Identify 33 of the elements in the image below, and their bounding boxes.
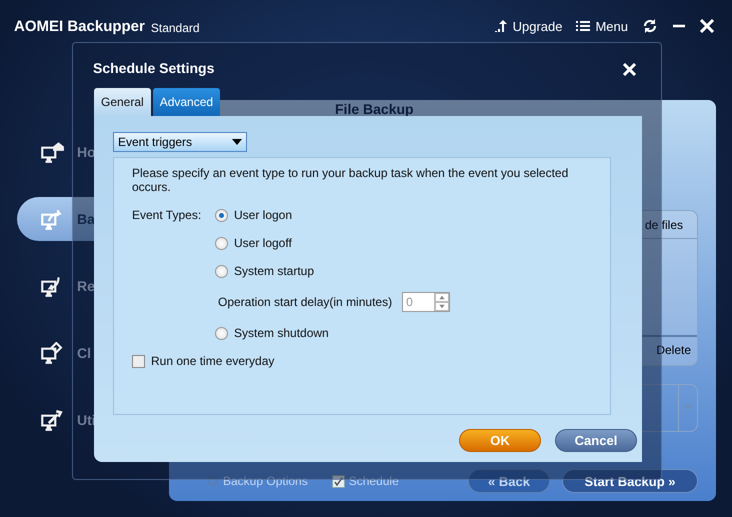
monitor-icon <box>39 342 65 364</box>
event-radio[interactable]: System startup <box>215 264 600 278</box>
dropdown-arrow-icon <box>684 405 692 411</box>
upgrade-button[interactable]: Upgrade <box>490 18 566 34</box>
event-radio[interactable]: User logoff <box>215 236 600 250</box>
tab[interactable]: General <box>94 88 151 116</box>
sidebar-item[interactable]: Re <box>17 264 153 308</box>
column-header: de files <box>644 218 683 232</box>
spin-down-icon[interactable] <box>435 302 450 311</box>
monitor-icon <box>39 141 65 163</box>
back-button[interactable]: « Back <box>468 469 550 493</box>
app-title: AOMEI Backupper <box>14 18 145 34</box>
checkbox-icon <box>332 474 345 488</box>
menu-button[interactable]: Menu <box>572 18 632 34</box>
dropdown-arrow-icon <box>232 139 242 145</box>
event-radio[interactable]: User logon <box>215 208 600 222</box>
app-edition: Standard <box>150 21 200 35</box>
spin-up-icon[interactable] <box>435 293 450 302</box>
instructions-text: Please specify an event type to run your backup task when the event you selected occurs. <box>132 166 570 194</box>
cancel-button[interactable]: Cancel <box>555 429 637 452</box>
dialog-title: Schedule Settings <box>93 60 214 76</box>
delete-link[interactable]: Delete <box>656 343 691 357</box>
menu-icon <box>576 20 590 32</box>
delay-spinbox[interactable]: 0 <box>402 292 450 312</box>
ok-button[interactable]: OK <box>459 429 541 452</box>
trigger-dropdown[interactable]: Event triggers <box>113 132 247 152</box>
start-backup-button[interactable]: Start Backup » <box>562 469 698 493</box>
delay-label: Operation start delay(in minutes) <box>218 295 392 309</box>
monitor-icon <box>39 409 65 431</box>
arrow-up-icon <box>494 19 508 33</box>
panel-title: File Backup <box>335 101 414 117</box>
event-radio[interactable]: System shutdown <box>215 326 600 340</box>
tab[interactable]: Advanced <box>152 88 220 116</box>
